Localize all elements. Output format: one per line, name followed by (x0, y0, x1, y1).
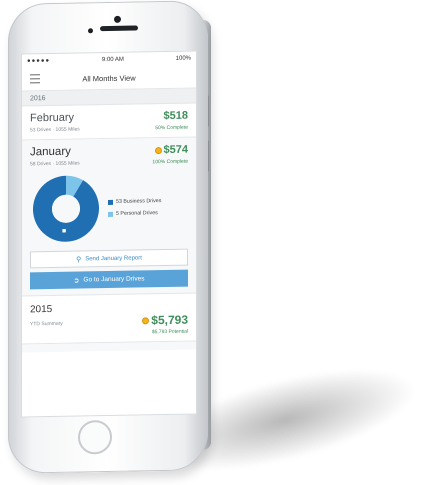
front-camera (114, 15, 121, 23)
car-icon: ■ (62, 228, 66, 235)
send-report-button[interactable]: ⚲ Send January Report (30, 248, 188, 269)
hamburger-icon[interactable] (30, 74, 40, 84)
coin-icon (142, 316, 150, 324)
arrow-circle-icon: ➲ (73, 277, 80, 285)
page-title: All Months View (82, 73, 136, 83)
proximity-sensor (88, 28, 93, 34)
status-time: 9:00 AM (101, 56, 124, 64)
send-report-label: Send January Report (85, 254, 142, 262)
month-detail: 58 Drives · 1055 Miles (30, 160, 80, 168)
month-status: 50% Complete (155, 124, 188, 132)
legend-personal: 5 Personal Drives (108, 210, 161, 217)
personal-swatch (108, 211, 113, 217)
summary-label: YTD Summary (30, 320, 63, 328)
next-row-peek (22, 341, 196, 353)
legend-personal-label: 5 Personal Drives (116, 210, 158, 217)
month-value-wrap: $574 (154, 143, 188, 157)
go-to-drives-label: Go to January Drives (83, 275, 145, 284)
battery-level: 100% (175, 55, 191, 62)
year-header-label: 2016 (30, 94, 46, 102)
legend-business: 53 Business Drives (108, 198, 161, 205)
summary-value-wrap: $5,793 (142, 313, 188, 328)
chart-legend: 53 Business Drives 5 Personal Drives (108, 192, 161, 223)
go-to-drives-button[interactable]: ➲ Go to January Drives (30, 269, 188, 290)
speaker-grille (100, 25, 138, 32)
month-status: 100% Complete (152, 158, 188, 166)
coin-icon (154, 146, 162, 154)
month-name: January (30, 145, 71, 159)
month-card-january: January $574 58 Drives · 1055 Miles 100%… (22, 137, 196, 297)
month-detail: 53 Drives · 1055 Miles (30, 126, 80, 134)
summary-potential: $5,793 Potential (151, 328, 188, 336)
navigation-bar: All Months View (22, 65, 196, 92)
year-summary-2015[interactable]: 2015 YTD Summary $5,793 $5,793 Potential (22, 293, 196, 345)
carrier-signal: ●●●●● (27, 58, 51, 65)
month-row-february[interactable]: February $518 53 Drives · 1055 Miles 50%… (22, 103, 196, 141)
legend-business-label: 53 Business Drives (116, 198, 162, 205)
phone-screen: ●●●●● 9:00 AM 100% All Months View 2016 … (21, 50, 197, 418)
month-value: $574 (163, 143, 188, 157)
month-value: $518 (163, 109, 188, 123)
month-name: February (30, 111, 75, 125)
business-swatch (108, 199, 113, 205)
home-button[interactable] (78, 419, 112, 455)
drives-chart: ■ 53 Business Drives 5 Personal Drives (30, 171, 188, 246)
summary-value: $5,793 (151, 312, 188, 328)
ribbon-icon: ⚲ (76, 255, 82, 264)
drives-donut-chart[interactable]: ■ (30, 172, 102, 245)
product-shot: ●●●●● 9:00 AM 100% All Months View 2016 … (0, 0, 433, 485)
